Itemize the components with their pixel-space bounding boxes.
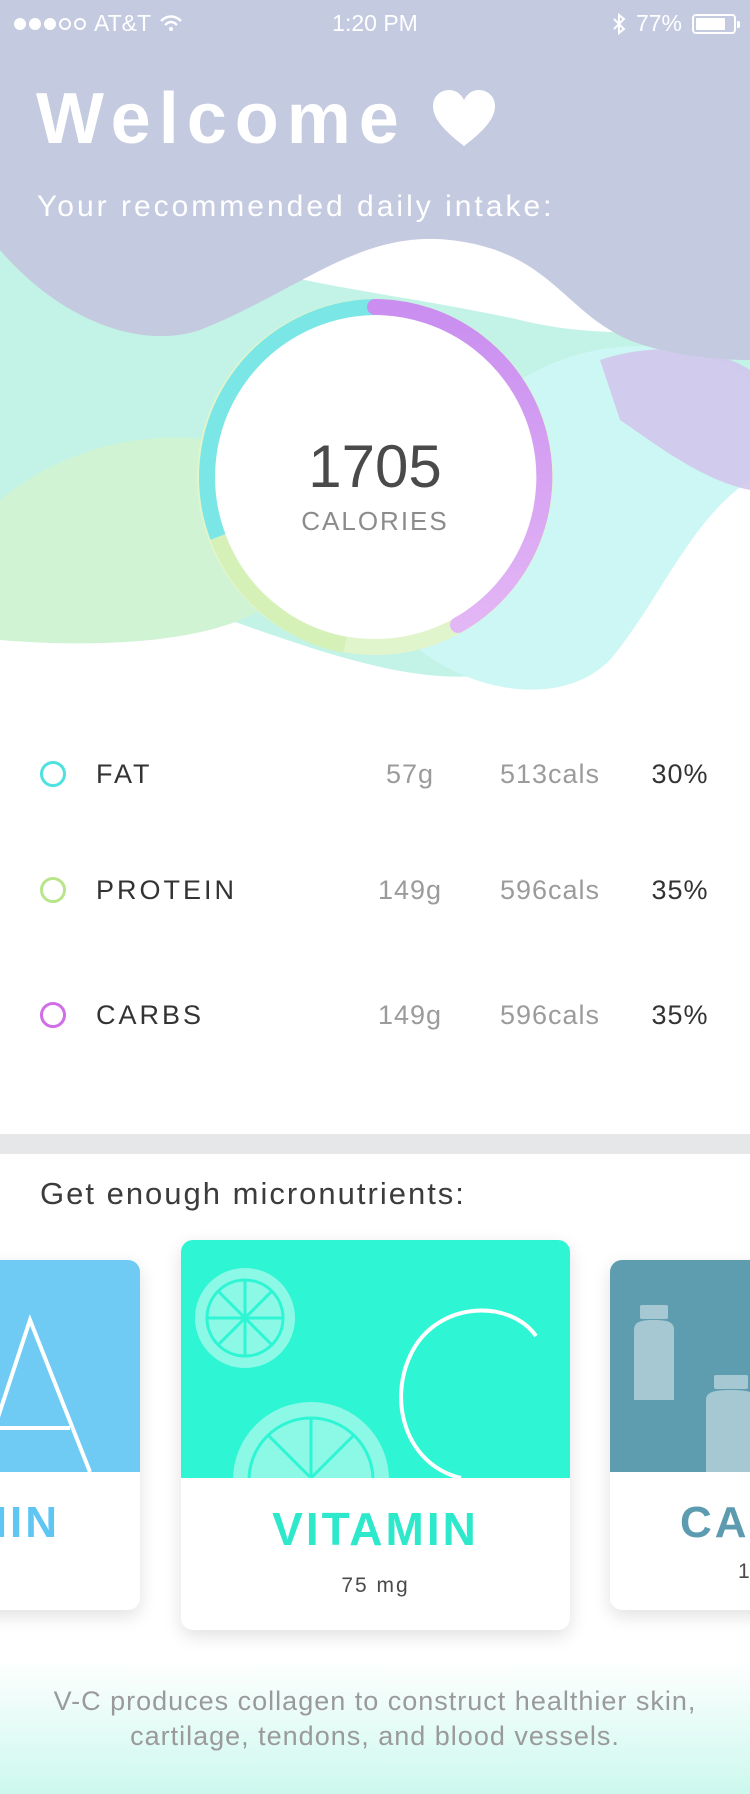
citrus-illustration: [195, 1268, 538, 1478]
macro-name: PROTEIN: [96, 875, 238, 905]
card-title: VITAMIN: [272, 1503, 479, 1555]
card-title: CA: [680, 1498, 750, 1547]
macro-percent: 35%: [651, 875, 709, 905]
macro-name: FAT: [96, 759, 153, 789]
carbs-ring-icon: [40, 1002, 66, 1028]
card-banner: [181, 1240, 570, 1478]
macro-percent: 30%: [651, 759, 709, 789]
fat-ring-icon: [40, 761, 66, 787]
heart-icon: [432, 90, 495, 146]
letter-a-illustration: [0, 1314, 92, 1473]
hero-header: AT&T 1:20 PM 77% Welcome Your recommende…: [0, 0, 750, 700]
macro-grams: 57g: [385, 759, 435, 789]
card-title: VITAMIN: [0, 1498, 60, 1547]
card-amount: 1: [738, 1560, 750, 1583]
welcome-heading: Welcome: [36, 78, 495, 160]
section-divider: [0, 1134, 750, 1154]
protein-ring-icon: [40, 877, 66, 903]
macro-row-protein: PROTEIN 149g 596cals 35%: [0, 861, 750, 921]
micronutrient-description: V-C produces collagen to construct healt…: [53, 1686, 697, 1751]
macro-row-fat: FAT 57g 513cals 30%: [0, 745, 750, 805]
macro-name: CARBS: [96, 1000, 205, 1030]
milk-bottles-illustration: [634, 1305, 750, 1472]
page-title: Welcome: [36, 79, 407, 159]
battery-percent: 77%: [635, 10, 682, 36]
macro-grams: 149g: [377, 1000, 443, 1030]
macro-calories: 513cals: [499, 759, 601, 789]
subtitle: Your recommended daily intake:: [37, 190, 555, 223]
calorie-value: 1705: [308, 433, 442, 500]
macro-calories: 596cals: [499, 1000, 601, 1030]
card-banner: [0, 1260, 140, 1473]
bluetooth-icon: [613, 12, 626, 35]
calorie-label: CALORIES: [301, 506, 449, 536]
card-banner: [610, 1260, 750, 1472]
card-vitamin-c[interactable]: VITAMIN 75 mg: [181, 1240, 570, 1630]
card-calcium[interactable]: CA 1: [610, 1260, 750, 1610]
battery-icon: [692, 13, 740, 34]
macro-percent: 35%: [651, 1000, 709, 1030]
macro-grams: 149g: [377, 875, 443, 905]
macro-row-carbs: CARBS 149g 596cals 35%: [0, 986, 750, 1046]
app-screen: AT&T 1:20 PM 77% Welcome Your recommende…: [0, 0, 750, 1794]
macro-calories: 596cals: [499, 875, 601, 905]
card-vitamin-a[interactable]: VITAMIN: [0, 1260, 140, 1610]
card-amount: 75 mg: [341, 1574, 410, 1597]
micronutrients-title: Get enough micronutrients:: [40, 1176, 466, 1211]
status-right: 77%: [612, 10, 740, 37]
status-bar: AT&T 1:20 PM 77%: [0, 0, 750, 46]
